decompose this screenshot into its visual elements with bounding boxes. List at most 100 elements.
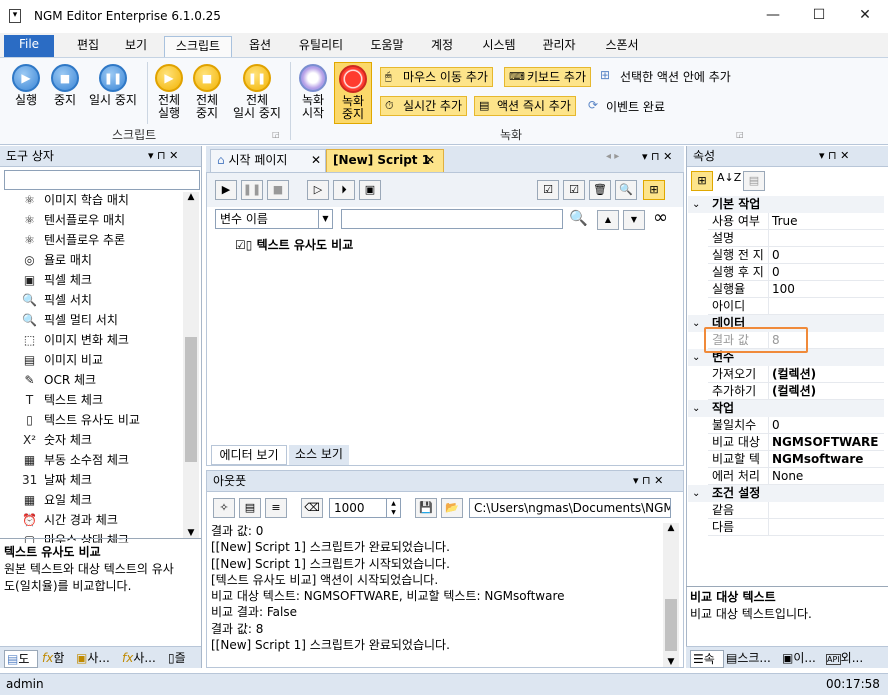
play-icon[interactable]: ▶	[215, 180, 237, 200]
tab-external[interactable]: API외...	[826, 650, 876, 668]
toolbox-item[interactable]: ⚛ 텐서플로우 추론	[24, 230, 125, 250]
tab-user[interactable]: ▣사...	[76, 650, 120, 668]
prop-delay-before-value[interactable]: 0	[772, 247, 780, 264]
stepper-arrows-icon[interactable]: ▲ ▼	[386, 499, 400, 517]
collapse-icon[interactable]: ⌄	[692, 349, 700, 366]
tab-help[interactable]: 도움말	[362, 36, 412, 57]
sort-az-icon[interactable]: A↓Z	[717, 171, 741, 184]
checkbox-icon[interactable]: ☑	[235, 238, 246, 252]
prop-get-value[interactable]: (컬렉션)	[772, 366, 816, 383]
pause-all-button[interactable]: ❚❚ 전체 일시 중지	[228, 64, 286, 120]
tab-functions[interactable]: fx함	[42, 650, 74, 668]
toolbox-item[interactable]: ⚛ 이미지 학습 매치	[24, 190, 129, 210]
properties-header-controls[interactable]: ▾ ⊓ ✕	[819, 146, 849, 166]
save-icon[interactable]: 💾	[415, 498, 437, 518]
close-tab-icon[interactable]: ✕	[425, 150, 435, 171]
variable-search-input[interactable]	[341, 209, 563, 229]
step-over-icon[interactable]: ▣	[359, 180, 381, 200]
toolbox-item[interactable]: T 텍스트 체크	[26, 390, 103, 410]
toolbox-item[interactable]: ▦ 부동 소수점 체크	[24, 450, 129, 470]
tab-script[interactable]: 스크립트	[164, 36, 232, 57]
tab-sponsor[interactable]: 스폰서	[596, 36, 648, 57]
tab-controls[interactable]: ▾ ⊓ ✕	[642, 150, 672, 163]
toolbox-item[interactable]: ✎ OCR 체크	[24, 370, 96, 390]
tab-admin[interactable]: 관리자	[534, 36, 584, 57]
app-menu-icon[interactable]: ▾	[9, 9, 21, 23]
log-path-input[interactable]: C:\Users\ngmas\Documents\NGM6\	[469, 498, 671, 518]
prop-mismatch-count-value[interactable]: 0	[772, 417, 780, 434]
tab-options[interactable]: 옵션	[240, 36, 280, 57]
add-mouse-move-button[interactable]: 🖱 마우스 이동 추가	[380, 67, 493, 87]
check-icon[interactable]: ☑	[563, 180, 585, 200]
chevron-down-icon[interactable]: ▼	[318, 210, 332, 228]
tab-start-page[interactable]: ⌂ 시작 페이지 ✕	[210, 149, 326, 172]
tab-images[interactable]: ▣이...	[782, 650, 822, 668]
prop-use-value[interactable]: True	[772, 213, 798, 230]
line-count-stepper[interactable]: 1000 ▲ ▼	[329, 498, 401, 518]
event-complete-button[interactable]: ⟳ 이벤트 완료	[588, 98, 665, 115]
toolbox-item[interactable]: ⬚ 이미지 변화 체크	[24, 330, 129, 350]
variable-select[interactable]: 변수 이름 ▼	[215, 209, 333, 229]
toolbox-item[interactable]: X² 숫자 체크	[23, 430, 92, 450]
stop-button[interactable]: ■ 중지	[48, 64, 82, 107]
tab-new-script[interactable]: [New] Script 1 ✕	[326, 149, 444, 172]
prop-delay-after-value[interactable]: 0	[772, 264, 780, 281]
scroll-up-icon[interactable]: ▲	[183, 192, 199, 206]
toolbox-item[interactable]: 🔍 픽셀 서치	[22, 290, 92, 310]
record-stop-button[interactable]: 녹화 중지	[334, 62, 372, 124]
scroll-down-icon[interactable]: ▼	[663, 657, 679, 667]
prop-add-value[interactable]: (컬렉션)	[772, 383, 816, 400]
toolbox-item[interactable]: 31 날짜 체크	[22, 470, 92, 490]
toolbox-item[interactable]: ▣ 픽셀 체크	[24, 270, 92, 290]
tab-toolbox[interactable]: ▤도	[4, 650, 38, 668]
toolbox-header-controls[interactable]: ▾ ⊓ ✕	[148, 146, 178, 166]
record-start-button[interactable]: 녹화 시작	[296, 64, 330, 120]
tab-source-view[interactable]: 소스 보기	[289, 445, 349, 465]
stop-icon[interactable]: ■	[267, 180, 289, 200]
tree-view-icon[interactable]: ⊞	[643, 180, 665, 200]
search-icon[interactable]: 🔍	[569, 209, 588, 227]
pause-button[interactable]: ❚❚ 일시 중지	[84, 64, 142, 107]
record-group-expand-icon[interactable]: ◲	[736, 130, 744, 139]
scroll-thumb[interactable]	[185, 337, 197, 462]
close-button[interactable]: ✕	[842, 0, 888, 33]
scroll-up-icon[interactable]: ▲	[663, 523, 679, 533]
prop-run-rate-value[interactable]: 100	[772, 281, 795, 298]
collapse-icon[interactable]: ⌄	[692, 485, 700, 502]
check-all-icon[interactable]: ☑	[537, 180, 559, 200]
collapse-icon[interactable]: ⌄	[692, 315, 700, 332]
tab-scripts[interactable]: ▤스크...	[726, 650, 778, 668]
list-icon[interactable]: ≡	[265, 498, 287, 518]
property-pages-icon[interactable]: ▤	[743, 171, 765, 191]
log-icon[interactable]: ▤	[239, 498, 261, 518]
run-button[interactable]: ▶ 실행	[6, 64, 46, 107]
broom-icon[interactable]: ✧	[213, 498, 235, 518]
tab-properties[interactable]: ☰속	[690, 650, 724, 668]
toolbox-item[interactable]: ◎ 욜로 매치	[24, 250, 92, 270]
tab-user-functions[interactable]: fx사...	[122, 650, 166, 668]
minimize-button[interactable]: —	[750, 0, 796, 33]
toolbox-search-input[interactable]	[4, 170, 200, 190]
toolbox-item[interactable]: ▤ 이미지 비교	[24, 350, 103, 370]
delete-icon[interactable]: 🗑	[589, 180, 611, 200]
scroll-thumb[interactable]	[665, 599, 677, 651]
tab-view[interactable]: 보기	[116, 36, 156, 57]
close-tab-icon[interactable]: ✕	[311, 150, 321, 171]
step-into-icon[interactable]: ⏵	[333, 180, 355, 200]
collapse-icon[interactable]: ⌄	[692, 196, 700, 213]
arrow-up-icon[interactable]: ▲	[597, 210, 619, 230]
collapse-icon[interactable]: ⌄	[692, 400, 700, 417]
tab-utility[interactable]: 유틸리티	[290, 36, 352, 57]
tab-favorites[interactable]: ▯즐	[168, 650, 200, 668]
prop-compare-text-value[interactable]: NGMsoftware	[772, 451, 863, 468]
step-icon[interactable]: ▷	[307, 180, 329, 200]
output-header-controls[interactable]: ▾ ⊓ ✕	[633, 471, 663, 491]
tab-edit[interactable]: 편집	[68, 36, 108, 57]
stop-all-button[interactable]: ■ 전체 중지	[190, 64, 224, 120]
toolbox-scrollbar[interactable]: ▲ ▼	[183, 192, 199, 538]
add-inside-selected-button[interactable]: ⊞ 선택한 액션 안에 추가	[600, 68, 731, 85]
categorized-icon[interactable]: ⊞	[691, 171, 713, 191]
toolbox-item[interactable]: 🔍 픽셀 멀티 서치	[22, 310, 118, 330]
tab-editor-view[interactable]: 에디터 보기	[211, 445, 287, 465]
infinity-icon[interactable]: ∞	[653, 207, 668, 228]
